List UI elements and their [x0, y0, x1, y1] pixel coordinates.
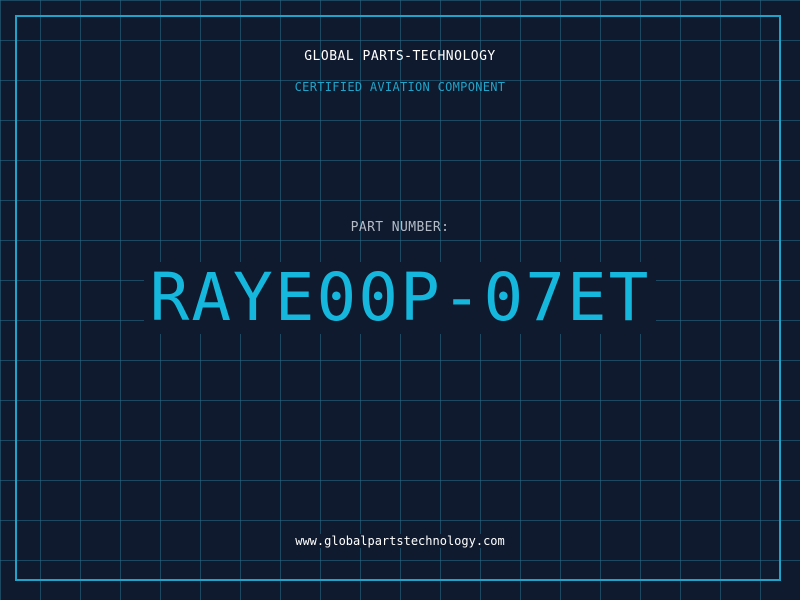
part-number-label: PART NUMBER:	[350, 220, 450, 235]
part-number-container: RAYE00P-07ET	[0, 262, 800, 334]
website-url: www.globalpartstechnology.com	[291, 534, 509, 548]
website-container: www.globalpartstechnology.com	[0, 530, 800, 549]
company-name: GLOBAL PARTS-TECHNOLOGY	[304, 49, 496, 64]
certification-subtitle: CERTIFIED AVIATION COMPONENT	[294, 80, 506, 94]
part-number-value: RAYE00P-07ET	[143, 262, 657, 334]
label-canvas: GLOBAL PARTS-TECHNOLOGY CERTIFIED AVIATI…	[0, 0, 800, 600]
